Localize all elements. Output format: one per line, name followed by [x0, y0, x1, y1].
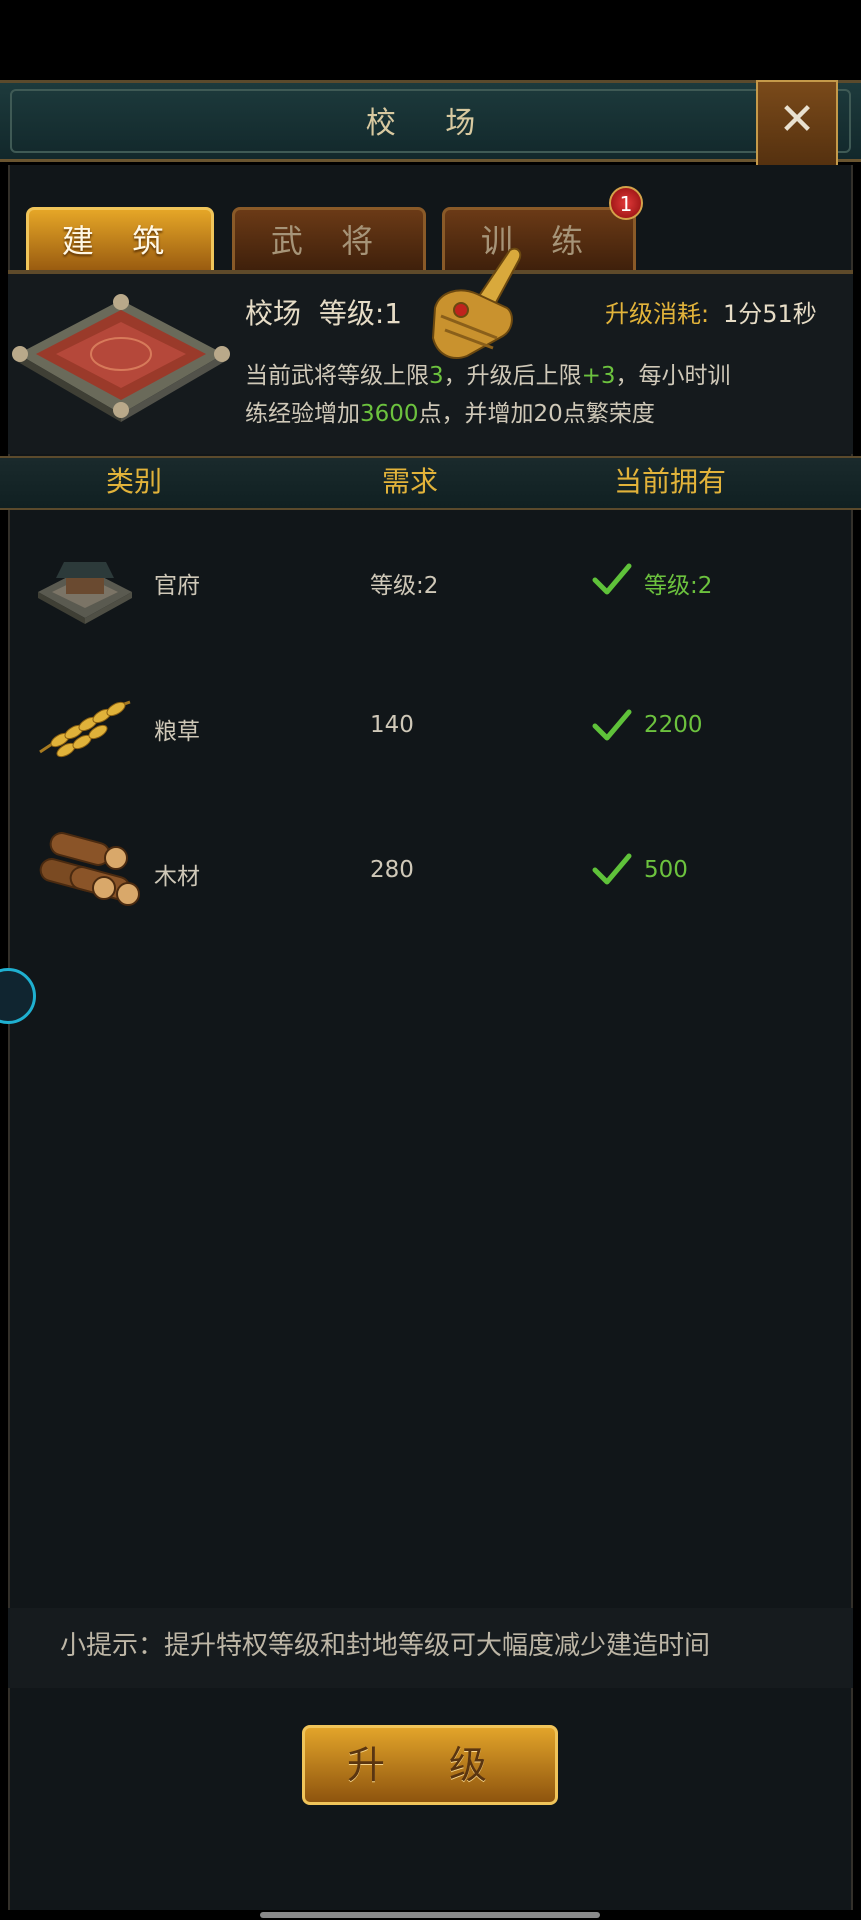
tab-generals[interactable]: 武 将 [232, 207, 426, 273]
building-level: 等级:1 [318, 297, 403, 330]
building-description-line2: 练经验增加3600点，并增加20点繁荣度 [245, 401, 655, 427]
tip-text: 小提示：提升特权等级和封地等级可大幅度减少建造时间 [60, 1631, 711, 1661]
government-building-icon [38, 562, 132, 624]
header-category: 类别 [106, 465, 163, 498]
owned-government: 等级:2 [644, 573, 713, 599]
required-wood: 280 [370, 857, 414, 883]
required-government: 等级:2 [370, 573, 439, 599]
notification-badge: 1 [609, 186, 643, 220]
building-name: 校场 [245, 297, 302, 330]
upgrade-button[interactable]: 升 级 [302, 1725, 558, 1805]
tutorial-pointer-hand-icon [431, 247, 522, 359]
category-grain: 粮草 [154, 719, 200, 745]
category-wood: 木材 [154, 864, 200, 890]
wood-logs-icon [39, 832, 140, 906]
required-grain: 140 [370, 712, 414, 738]
owned-wood: 500 [644, 857, 688, 883]
drill-ground-image [12, 294, 230, 422]
category-government: 官府 [154, 573, 200, 599]
check-icon [592, 709, 632, 741]
close-icon[interactable]: ✕ [756, 94, 838, 145]
upgrade-cost-label: 升级消耗: [605, 300, 710, 328]
grain-icon [39, 700, 131, 758]
owned-grain: 2200 [644, 712, 703, 738]
check-icon [592, 563, 632, 595]
tab-building[interactable]: 建 筑 [26, 207, 214, 273]
home-indicator[interactable] [260, 1912, 600, 1918]
building-name-level: 校场 等级:1 [245, 292, 402, 332]
window-title: 校 场 [365, 106, 496, 141]
header-owned: 当前拥有 [614, 465, 727, 498]
upgrade-cost-value: 1分51秒 [723, 300, 817, 328]
check-icon [592, 853, 632, 885]
header-requirement: 需求 [382, 465, 439, 498]
